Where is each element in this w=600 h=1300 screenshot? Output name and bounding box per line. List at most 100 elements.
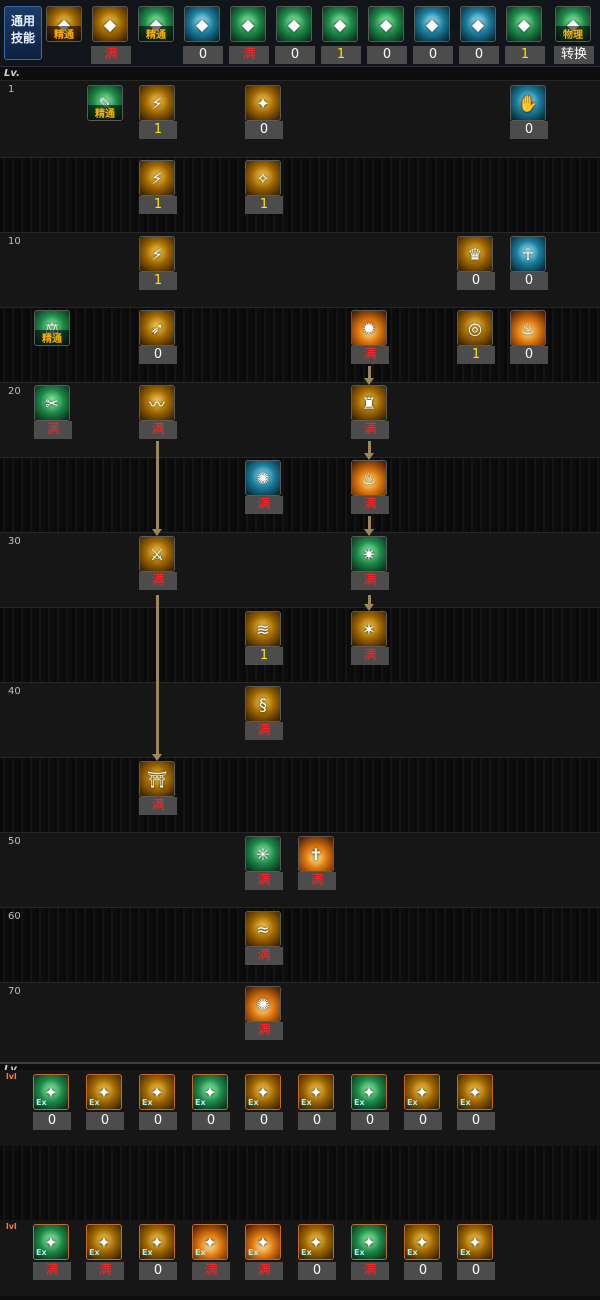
skill-icon[interactable]: ♨ (510, 310, 546, 346)
ex-skill-icon[interactable]: ✦ Ex (139, 1224, 175, 1260)
section-divider (0, 1062, 600, 1064)
ex-skill-icon[interactable]: ✦ Ex (457, 1074, 493, 1110)
level-label: 20 (8, 386, 21, 397)
skill-level-count: 0 (245, 121, 283, 139)
ex-badge: Ex (142, 1098, 153, 1107)
ex-skill-icon[interactable]: ✦ Ex (33, 1074, 69, 1110)
skill-count: 满 (91, 46, 131, 64)
skill-a-tab[interactable]: ◆ 满 (90, 6, 131, 64)
skill-icon[interactable]: ✶ (351, 611, 387, 647)
body-tab[interactable]: ◆ 0 (458, 6, 499, 64)
ex-skill-count: 0 (139, 1112, 177, 1130)
skill-icon[interactable]: ➶ (139, 310, 175, 346)
skill-icon[interactable]: 〰 (139, 385, 175, 421)
skill-glyph: ✦ (256, 93, 270, 113)
skill-icon[interactable]: ≈ (245, 911, 281, 947)
kneel-tab[interactable]: ◆ 0 (366, 6, 407, 64)
skill-icon[interactable]: ✳ (245, 836, 281, 872)
run-tab[interactable]: ◆ 1 (504, 6, 545, 64)
skill-icon[interactable]: ⛩ (139, 761, 175, 797)
skill-icon[interactable]: ♛ (457, 236, 493, 272)
skill-icon[interactable]: ⚡ (139, 85, 175, 121)
glyph: ◆ (517, 14, 531, 34)
ex-badge: Ex (407, 1098, 418, 1107)
ex-skill-count: 0 (298, 1262, 336, 1280)
glyph: ◆ (379, 14, 393, 34)
arrow-down-icon (364, 604, 374, 611)
skill-icon[interactable]: ⚡ (139, 160, 175, 196)
skill-icon[interactable]: ≋ (245, 611, 281, 647)
wing-tab[interactable]: ◆ 0 (182, 6, 223, 64)
skill-level-count: 满 (139, 797, 177, 815)
ex-skill-count: 0 (457, 1112, 495, 1130)
body-icon: ◆ (460, 6, 496, 42)
skill-icon[interactable]: ✷ (351, 536, 387, 572)
skill-icon[interactable]: ⚔ (139, 536, 175, 572)
mastery-tab[interactable]: ◆ 精通 (44, 6, 84, 62)
skill-icon[interactable]: ✂ (34, 385, 70, 421)
skill-icon[interactable]: ✹ (351, 310, 387, 346)
ex-skill-icon[interactable]: ✦ Ex (351, 1224, 387, 1260)
skill-icon[interactable]: ☥ (510, 236, 546, 272)
skill-count: 转换 (554, 46, 594, 64)
skill-icon[interactable]: ♜ (351, 385, 387, 421)
skill-glyph: ⚔ (149, 544, 165, 564)
ex-badge: Ex (36, 1248, 47, 1257)
skill-icon[interactable]: ⚖ 精通 (34, 310, 70, 346)
skill-level-count: 满 (245, 947, 283, 965)
ex-skill-icon[interactable]: ✦ Ex (298, 1074, 334, 1110)
ex-skill-icon[interactable]: ✦ Ex (245, 1074, 281, 1110)
badge-label: 物理 (556, 26, 590, 41)
skill-glyph: ⚡ (151, 168, 163, 188)
skill-icon[interactable]: ✎ 精通 (87, 85, 123, 121)
common-skills-tab[interactable]: 通用 技能 (4, 6, 42, 60)
skill-glyph: ➶ (150, 318, 164, 338)
skill-icon[interactable]: ✧ (245, 160, 281, 196)
ex-skill-icon[interactable]: ✦ Ex (86, 1074, 122, 1110)
ex-skill-icon[interactable]: ✦ Ex (457, 1224, 493, 1260)
skill-icon[interactable]: ⚡ (139, 236, 175, 272)
skill-count: 0 (275, 46, 315, 64)
skill-icon[interactable]: ✋ (510, 85, 546, 121)
skill-icon[interactable]: ✺ (245, 986, 281, 1022)
skill-icon[interactable]: ✦ (245, 85, 281, 121)
eye-tab[interactable]: ◆ 0 (412, 6, 453, 64)
swing-tab[interactable]: ◆ 1 (320, 6, 361, 64)
switch-tab[interactable]: ◆ 物理 转换 (553, 6, 594, 64)
skill-icon[interactable]: ♨ (351, 460, 387, 496)
arrow-down-icon (364, 453, 374, 460)
skill-b-tab[interactable]: ◆ 精通 (136, 6, 176, 62)
level-label: 40 (8, 686, 21, 697)
target-tab[interactable]: ◆ 满 (228, 6, 269, 64)
ex-skill-icon[interactable]: ✦ Ex (404, 1074, 440, 1110)
skill-icon[interactable]: ✝ (298, 836, 334, 872)
level-label: 10 (8, 236, 21, 247)
ex-skill-icon[interactable]: ✦ Ex (86, 1224, 122, 1260)
prerequisite-connector (368, 516, 371, 530)
ex-badge: Ex (142, 1248, 153, 1257)
ex-skill-icon[interactable]: ✦ Ex (245, 1224, 281, 1260)
glyph: ◆ (195, 14, 209, 34)
ex-skill-icon[interactable]: ✦ Ex (298, 1224, 334, 1260)
skill-icon[interactable]: § (245, 686, 281, 722)
wing-icon: ◆ (184, 6, 220, 42)
ex-skill-icon[interactable]: ✦ Ex (192, 1224, 228, 1260)
skill-level-count: 0 (510, 346, 548, 364)
glyph: ◆ (333, 14, 347, 34)
skill-glyph: 〰 (148, 395, 165, 414)
target2-tab[interactable]: ◆ 0 (274, 6, 315, 64)
ex-skill-count: 0 (245, 1112, 283, 1130)
level-row (0, 157, 600, 234)
skill-icon[interactable]: ◎ (457, 310, 493, 346)
ex-skill-icon[interactable]: ✦ Ex (192, 1074, 228, 1110)
ex-skill-icon[interactable]: ✦ Ex (139, 1074, 175, 1110)
skill-glyph: ⚡ (151, 244, 163, 264)
ex-skill-icon[interactable]: ✦ Ex (33, 1224, 69, 1260)
ex-skill-icon[interactable]: ✦ Ex (351, 1074, 387, 1110)
arrow-down-icon (364, 529, 374, 536)
ex-skill-count: 满 (351, 1262, 389, 1280)
ex-skill-icon[interactable]: ✦ Ex (404, 1224, 440, 1260)
ex-badge: Ex (407, 1248, 418, 1257)
skill-icon[interactable]: ✺ (245, 460, 281, 496)
ex-badge: Ex (248, 1098, 259, 1107)
